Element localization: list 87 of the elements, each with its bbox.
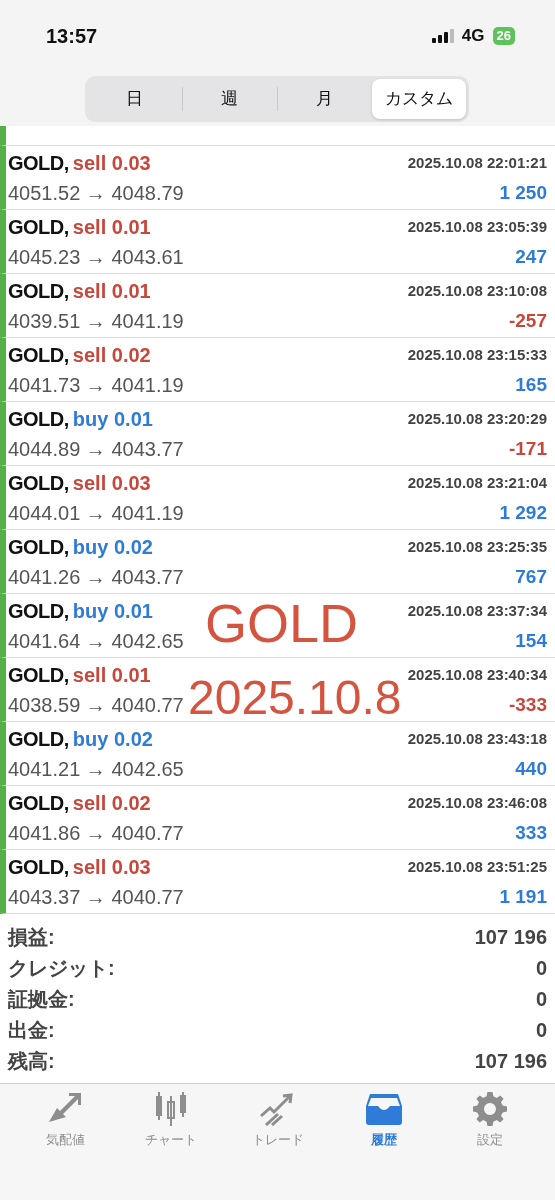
deal-time: 2025.10.08 23:21:04 [407,472,547,493]
profit-value: 1 292 [499,500,547,525]
price-change: 4041.21 → 4042.65 [8,757,184,782]
bottom-tab[interactable]: チャート [126,1092,217,1200]
summary-label: クレジット: [8,956,115,981]
settings-icon [470,1092,510,1126]
deal-time: 2025.10.08 22:01:21 [407,152,547,173]
annotation-text: 2025.10.8 [188,674,402,722]
price-change: 4044.89 → 4043.77 [8,437,184,462]
summary-label: 出金: [8,1018,55,1043]
symbol-label: GOLD, [8,471,69,496]
summary-value: 107 196 [474,1049,547,1074]
price-change: 4041.73 → 4041.19 [8,373,184,398]
period-tab[interactable]: 月 [277,79,372,119]
order-label: sell 0.03 [72,151,151,176]
symbol-label: GOLD, [8,791,69,816]
profit-value: -171 [508,436,547,461]
profit-value: 1 191 [499,884,547,909]
order-label: buy 0.02 [72,727,153,752]
bottom-tab[interactable]: 気配値 [20,1092,110,1200]
bottom-tab[interactable]: 設定 [445,1092,535,1200]
status-time: 13:57 [46,24,98,49]
symbol-label: GOLD, [8,343,69,368]
price-change: 4043.37 → 4040.77 [8,885,184,910]
symbol-label: GOLD, [8,407,69,432]
profit-value: 333 [515,820,547,845]
period-tab[interactable]: 日 [88,79,182,119]
deal-time: 2025.10.08 23:43:18 [407,728,547,749]
order-label: buy 0.02 [72,535,153,560]
profit-value: 767 [515,564,547,589]
summary-value: 107 196 [474,925,547,950]
summary-label: 証拠金: [8,987,75,1012]
profit-value: 440 [515,756,547,781]
annotation-text: GOLD [205,596,359,650]
bottom-tab[interactable]: 履歴 [338,1092,429,1200]
deal-time: 2025.10.08 23:25:35 [407,536,547,557]
summary-value: 0 [535,956,547,981]
period-tab[interactable]: カスタム [372,79,466,119]
symbol-label: GOLD, [8,663,69,688]
profit-value: -257 [508,308,547,333]
summary-label: 損益: [8,925,55,950]
network-label: 4G [461,25,485,48]
battery-indicator: 26 [492,27,515,45]
symbol-label: GOLD, [8,279,69,304]
order-label: sell 0.02 [72,343,151,368]
profit-value: 247 [515,244,547,269]
price-change: 4044.01 → 4041.19 [8,501,184,526]
price-change: 4038.59 → 4040.77 [8,693,184,718]
deal-time: 2025.10.08 23:37:34 [407,600,547,621]
symbol-label: GOLD, [8,599,69,624]
order-label: sell 0.01 [72,215,151,240]
order-label: buy 0.01 [72,599,153,624]
signal-icon [431,29,454,43]
deal-time: 2025.10.08 23:10:08 [407,280,547,301]
symbol-label: GOLD, [8,855,69,880]
symbol-label: GOLD, [8,535,69,560]
symbol-label: GOLD, [8,727,69,752]
profit-value: 154 [515,628,547,653]
summary-value: 0 [535,1018,547,1043]
inbox-icon [363,1092,404,1126]
profit-value: 165 [515,372,547,397]
order-label: sell 0.02 [72,791,151,816]
deal-time: 2025.10.08 23:46:08 [407,792,547,813]
deal-time: 2025.10.08 23:51:25 [407,856,547,877]
deal-time: 2025.10.08 23:15:33 [407,344,547,365]
order-label: sell 0.01 [72,663,151,688]
order-label: sell 0.03 [72,471,151,496]
symbol-label: GOLD, [8,215,69,240]
price-change: 4041.26 → 4043.77 [8,565,184,590]
period-tab[interactable]: 週 [182,79,277,119]
order-label: sell 0.03 [72,855,151,880]
price-change: 4041.64 → 4042.65 [8,629,184,654]
deal-time: 2025.10.08 23:05:39 [407,216,547,237]
symbol-label: GOLD, [8,151,69,176]
price-change: 4039.51 → 4041.19 [8,309,184,334]
order-label: buy 0.01 [72,407,153,432]
order-label: sell 0.01 [72,279,151,304]
deal-time: 2025.10.08 23:40:34 [407,664,547,685]
price-change: 4041.86 → 4040.77 [8,821,184,846]
price-change: 4045.23 → 4043.61 [8,245,184,270]
summary-value: 0 [535,987,547,1012]
summary-label: 残高: [8,1049,55,1074]
profit-value: -333 [508,692,547,717]
profit-value: 1 250 [499,180,547,205]
bottom-tab[interactable]: トレード [232,1092,323,1200]
deal-time: 2025.10.08 23:20:29 [407,408,547,429]
price-change: 4051.52 → 4048.79 [8,181,184,206]
